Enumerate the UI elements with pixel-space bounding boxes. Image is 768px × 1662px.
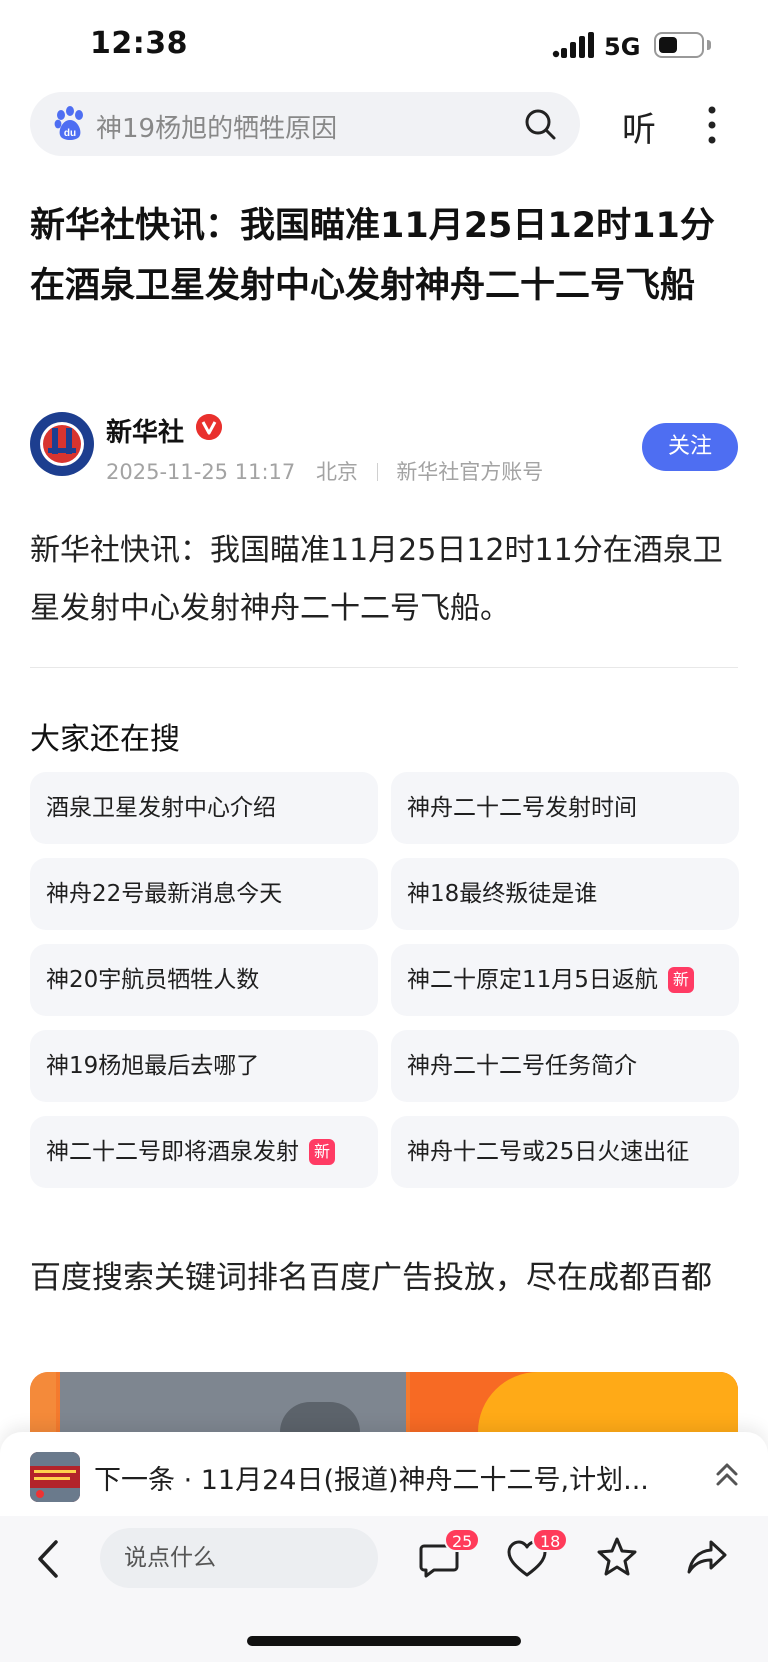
svg-text:du: du [64, 128, 76, 139]
new-badge: 新 [309, 1139, 335, 1165]
signal-icon [552, 32, 594, 58]
related-search-item[interactable]: 酒泉卫星发射中心介绍 [30, 772, 378, 844]
related-search-item[interactable]: 神二十原定11月5日返航新 [391, 944, 739, 1016]
baidu-paw-icon: du [54, 106, 83, 140]
related-search-item[interactable]: 神舟22号最新消息今天 [30, 858, 378, 930]
related-search-label: 神舟22号最新消息今天 [46, 881, 283, 907]
related-search-item[interactable]: 神舟十二号或25日火速出征 [391, 1116, 739, 1188]
status-bar: 12:38 5G [0, 0, 768, 92]
battery-tip [707, 40, 711, 50]
publish-time: 2025-11-25 11:17 [106, 460, 296, 484]
related-search-item[interactable]: 神舟二十二号发射时间 [391, 772, 739, 844]
ad-image[interactable] [30, 1372, 738, 1432]
related-search-item[interactable]: 神20宇航员牺牲人数 [30, 944, 378, 1016]
article-title: 新华社快讯：我国瞄准11月25日12时11分在酒泉卫星发射中心发射神舟二十二号飞… [30, 206, 715, 306]
article-body: 新华社快讯：我国瞄准11月25日12时11分在酒泉卫星发射中心发射神舟二十二号飞… [30, 533, 723, 626]
publish-location: 北京 [315, 460, 358, 484]
related-search-label: 神舟二十二号任务简介 [407, 1053, 637, 1079]
star-icon[interactable] [596, 1536, 638, 1578]
avatar[interactable] [30, 412, 94, 476]
ad-title[interactable]: 百度搜索关键词排名百度广告投放，尽在成都百都 [30, 1250, 738, 1306]
related-search-item[interactable]: 神舟二十二号任务简介 [391, 1030, 739, 1102]
related-search-label: 神19杨旭最后去哪了 [46, 1053, 260, 1079]
related-search-item[interactable]: 神18最终叛徒是谁 [391, 858, 739, 930]
battery-icon [654, 32, 704, 58]
related-searches-title: 大家还在搜 [30, 722, 180, 757]
share-icon[interactable] [686, 1536, 728, 1578]
related-search-item[interactable]: 神二十二号即将酒泉发射新 [30, 1116, 378, 1188]
xinhua-logo-icon [32, 414, 92, 474]
related-search-label: 神二十原定11月5日返航 [407, 967, 658, 993]
status-time: 12:38 [90, 26, 188, 61]
follow-button[interactable]: 关注 [642, 423, 738, 471]
next-article-thumbnail[interactable] [30, 1452, 80, 1502]
related-search-label: 神舟二十二号发射时间 [407, 795, 637, 821]
account-type: 新华社官方账号 [396, 460, 544, 484]
like-count-badge: 18 [532, 1528, 569, 1552]
chevron-up-icon[interactable] [714, 1460, 740, 1490]
back-icon[interactable] [34, 1538, 64, 1580]
author-name[interactable]: 新华社 [106, 412, 184, 449]
new-badge: 新 [667, 967, 694, 993]
comment-input[interactable]: 说点什么 [100, 1528, 378, 1588]
home-indicator [247, 1636, 521, 1646]
related-search-label: 酒泉卫星发射中心介绍 [46, 795, 276, 821]
section-divider [30, 667, 738, 668]
verified-icon [196, 414, 222, 440]
related-search-label: 神18最终叛徒是谁 [407, 881, 598, 907]
article-meta: 2025-11-25 11:17 北京 新华社官方账号 [106, 456, 543, 486]
listen-button[interactable]: 听 [622, 102, 656, 151]
related-search-item[interactable]: 神19杨旭最后去哪了 [30, 1030, 378, 1102]
search-input[interactable]: 神19杨旭的牺牲原因 [96, 108, 337, 145]
meta-divider [376, 463, 378, 481]
comment-count-badge: 25 [444, 1528, 481, 1552]
related-search-label: 神舟十二号或25日火速出征 [407, 1139, 690, 1165]
search-icon[interactable] [522, 106, 558, 142]
more-icon[interactable] [700, 104, 724, 146]
next-article-title[interactable]: 下一条 · 11月24日(报道)神舟二十二号,计划... [94, 1458, 674, 1497]
related-search-label: 神20宇航员牺牲人数 [46, 967, 260, 993]
network-type: 5G [604, 33, 641, 61]
related-search-label: 神二十二号即将酒泉发射 [46, 1139, 299, 1165]
